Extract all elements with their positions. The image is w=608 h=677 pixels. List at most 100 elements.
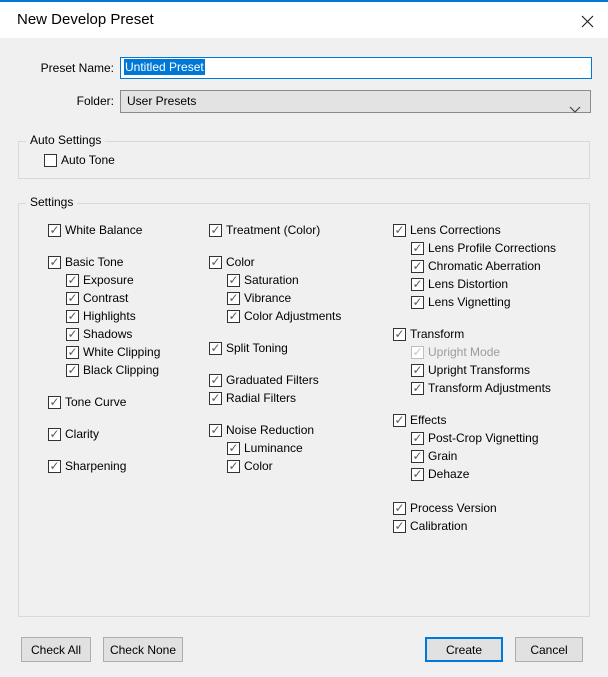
checkbox[interactable]: ✓ (411, 260, 424, 273)
checkbox[interactable]: ✓ (393, 414, 406, 427)
checkbox[interactable]: ✓ (411, 450, 424, 463)
checkbox-label[interactable]: Black Clipping (83, 363, 159, 377)
setting-row: ✓ Lens Vignetting (411, 293, 556, 311)
folder-selected-value: User Presets (127, 94, 196, 108)
checkbox-label[interactable]: Noise Reduction (226, 423, 314, 437)
checkbox[interactable]: ✓ (411, 242, 424, 255)
checkbox[interactable]: ✓ (48, 428, 61, 441)
checkbox[interactable]: ✓ (66, 328, 79, 341)
checkbox[interactable]: ✓ (48, 224, 61, 237)
checkbox[interactable]: ✓ (209, 224, 222, 237)
checkbox-label[interactable]: Treatment (Color) (226, 223, 320, 237)
checkbox-label[interactable]: Lens Corrections (410, 223, 501, 237)
check-none-button[interactable]: Check None (103, 637, 183, 662)
checkbox-label[interactable]: Tone Curve (65, 395, 126, 409)
checkbox-label[interactable]: Split Toning (226, 341, 288, 355)
checkbox-label[interactable]: Lens Vignetting (428, 295, 511, 309)
checkbox[interactable]: ✓ (66, 310, 79, 323)
preset-name-input[interactable]: Untitled Preset (120, 57, 592, 79)
checkbox[interactable]: ✓ (227, 310, 240, 323)
chevron-down-icon (569, 99, 581, 120)
checkbox[interactable]: ✓ (393, 520, 406, 533)
checkbox-label[interactable]: Luminance (244, 441, 303, 455)
settings-group-label: Settings (26, 195, 77, 209)
setting-row: ✓ Color (227, 457, 341, 475)
checkbox[interactable]: ✓ (209, 424, 222, 437)
checkbox[interactable]: ✓ (48, 396, 61, 409)
auto-tone-label[interactable]: Auto Tone (61, 153, 115, 167)
close-icon[interactable] (578, 12, 596, 30)
checkbox-label[interactable]: Exposure (83, 273, 134, 287)
checkbox[interactable]: ✓ (411, 382, 424, 395)
setting-row: ✓ Luminance (227, 439, 341, 457)
checkbox-label[interactable]: Highlights (83, 309, 136, 323)
setting-row: ✓ White Clipping (66, 343, 160, 361)
setting-row: ✓ Graduated Filters (209, 371, 341, 389)
checkbox[interactable]: ✓ (209, 392, 222, 405)
checkbox-label[interactable]: Transform Adjustments (428, 381, 551, 395)
checkbox[interactable]: ✓ (66, 364, 79, 377)
checkbox[interactable]: ✓ (393, 224, 406, 237)
checkbox[interactable]: ✓ (411, 468, 424, 481)
checkbox-label[interactable]: Transform (410, 327, 464, 341)
checkbox[interactable]: ✓ (66, 274, 79, 287)
setting-row: ✓ Split Toning (209, 339, 341, 357)
checkbox[interactable]: ✓ (48, 460, 61, 473)
checkbox[interactable]: ✓ (66, 346, 79, 359)
setting-row: ✓ Process Version (393, 499, 556, 517)
checkbox[interactable]: ✓ (411, 364, 424, 377)
preset-name-value: Untitled Preset (124, 59, 205, 75)
checkbox[interactable]: ✓ (48, 256, 61, 269)
checkbox[interactable]: ✓ (209, 256, 222, 269)
checkbox-label[interactable]: Lens Profile Corrections (428, 241, 556, 255)
checkbox[interactable]: ✓ (393, 328, 406, 341)
checkbox-label[interactable]: Saturation (244, 273, 299, 287)
checkbox-label[interactable]: White Clipping (83, 345, 160, 359)
checkbox-label[interactable]: White Balance (65, 223, 142, 237)
cancel-button[interactable]: Cancel (515, 637, 583, 662)
checkbox-label[interactable]: Sharpening (65, 459, 126, 473)
checkbox[interactable]: ✓ (411, 432, 424, 445)
checkbox[interactable]: ✓ (393, 502, 406, 515)
checkbox-label[interactable]: Upright Transforms (428, 363, 530, 377)
checkbox-label[interactable]: Contrast (83, 291, 128, 305)
auto-tone-checkbox[interactable] (44, 154, 57, 167)
checkbox-label[interactable]: Clarity (65, 427, 99, 441)
checkbox-label[interactable]: Chromatic Aberration (428, 259, 541, 273)
checkbox-label[interactable]: Calibration (410, 519, 467, 533)
dialog-title: New Develop Preset (17, 2, 154, 38)
checkbox-label: Upright Mode (428, 345, 500, 359)
checkbox-label[interactable]: Effects (410, 413, 446, 427)
folder-select[interactable]: User Presets (120, 90, 591, 113)
checkbox[interactable]: ✓ (227, 274, 240, 287)
checkbox[interactable]: ✓ (411, 296, 424, 309)
checkbox-label[interactable]: Color (226, 255, 255, 269)
checkbox-label[interactable]: Lens Distortion (428, 277, 508, 291)
setting-row: ✓ Lens Profile Corrections (411, 239, 556, 257)
checkbox[interactable]: ✓ (227, 292, 240, 305)
checkbox: ✓ (411, 346, 424, 359)
checkbox[interactable]: ✓ (227, 442, 240, 455)
checkbox-label[interactable]: Grain (428, 449, 457, 463)
setting-row: ✓ Clarity (48, 425, 160, 443)
checkbox-label[interactable]: Post-Crop Vignetting (428, 431, 539, 445)
folder-label: Folder: (0, 90, 114, 113)
checkbox-label[interactable]: Vibrance (244, 291, 291, 305)
checkbox-label[interactable]: Shadows (83, 327, 132, 341)
setting-row: ✓ White Balance (48, 221, 160, 239)
checkbox-label[interactable]: Graduated Filters (226, 373, 319, 387)
checkbox[interactable]: ✓ (66, 292, 79, 305)
check-all-button[interactable]: Check All (21, 637, 91, 662)
checkbox[interactable]: ✓ (411, 278, 424, 291)
checkbox-label[interactable]: Process Version (410, 501, 497, 515)
checkbox-label[interactable]: Radial Filters (226, 391, 296, 405)
checkbox[interactable]: ✓ (227, 460, 240, 473)
checkbox-label[interactable]: Basic Tone (65, 255, 123, 269)
setting-row: ✓ Dehaze (411, 465, 556, 483)
checkbox-label[interactable]: Color (244, 459, 273, 473)
checkbox-label[interactable]: Color Adjustments (244, 309, 341, 323)
checkbox-label[interactable]: Dehaze (428, 467, 469, 481)
create-button[interactable]: Create (425, 637, 503, 662)
checkbox[interactable]: ✓ (209, 342, 222, 355)
checkbox[interactable]: ✓ (209, 374, 222, 387)
